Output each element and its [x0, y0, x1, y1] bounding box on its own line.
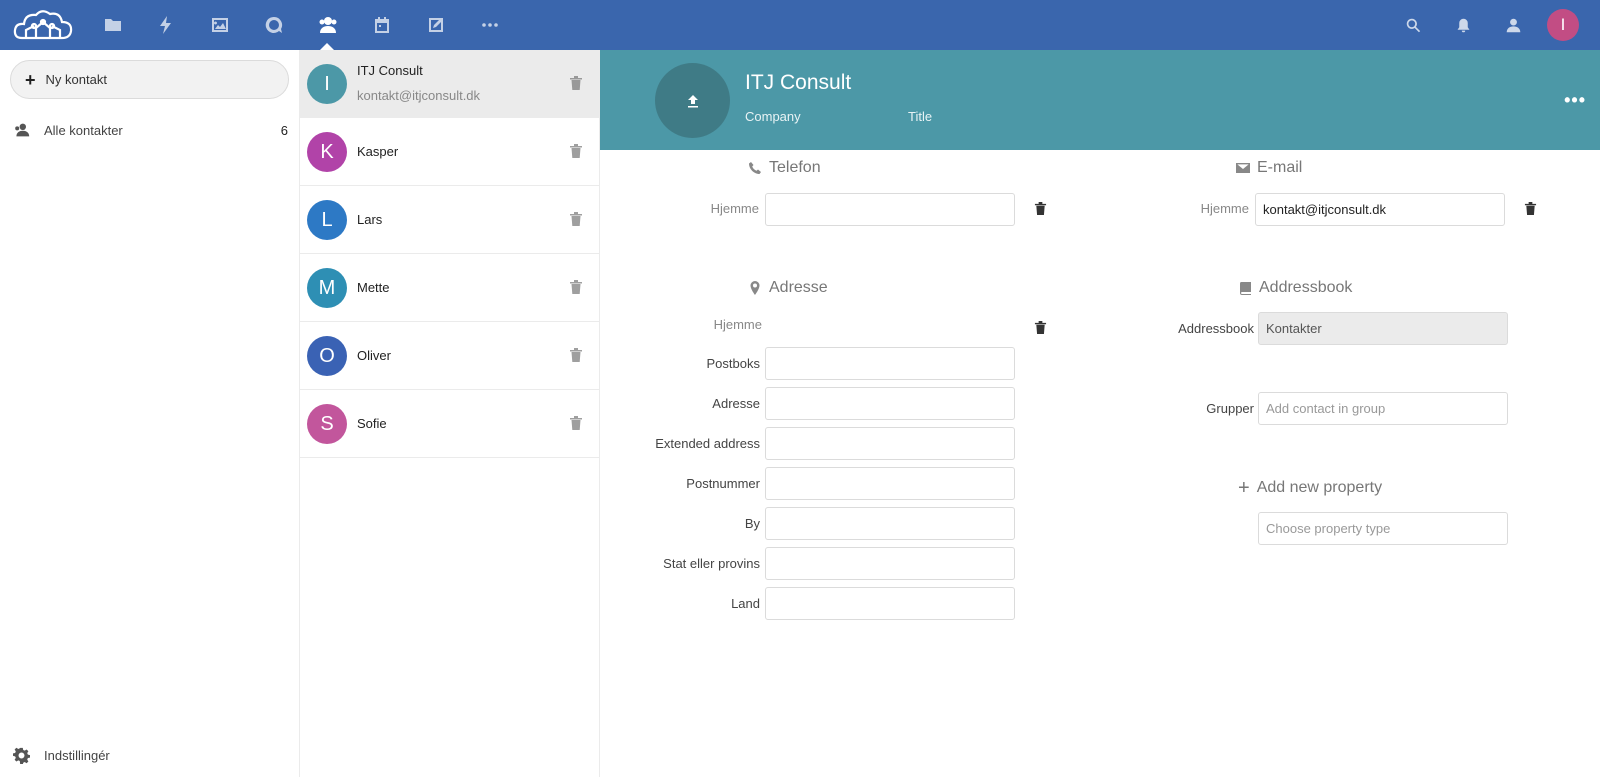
contact-avatar: L: [307, 200, 347, 240]
contacts-menu-icon[interactable]: [1501, 13, 1525, 37]
mail-icon: [1236, 163, 1250, 173]
address-field-label: By: [744, 516, 760, 531]
notes-icon[interactable]: [424, 13, 448, 37]
location-pin-icon: [750, 281, 760, 295]
address-field-input[interactable]: [765, 587, 1015, 620]
address-field-input[interactable]: [765, 387, 1015, 420]
contact-avatar: K: [307, 132, 347, 172]
settings-label: Indstillingér: [44, 747, 110, 763]
contact-name: Mette: [357, 280, 390, 295]
address-field-label: Extended address: [655, 436, 760, 451]
contact-detail-header: ITJ Consult Company Title •••: [600, 50, 1600, 150]
contact-list-item[interactable]: S Sofie: [300, 390, 599, 458]
all-contacts-label: Alle kontakter: [44, 122, 123, 138]
app-navigation: + Ny kontakt Alle kontakter 6 Indstillin…: [0, 50, 300, 777]
phone-icon: [749, 162, 761, 174]
address-field-label: Land: [731, 596, 760, 611]
contact-name: Sofie: [357, 416, 387, 431]
phone-type-label[interactable]: Hjemme: [599, 201, 759, 216]
contact-email: kontakt@itjconsult.dk: [357, 88, 481, 103]
delete-email-icon[interactable]: [1524, 201, 1538, 217]
top-header: I: [0, 0, 1600, 50]
settings-button[interactable]: Indstillingér: [0, 733, 300, 777]
contact-avatar: O: [307, 336, 347, 376]
property-type-select[interactable]: Choose property type: [1258, 512, 1508, 545]
delete-phone-icon[interactable]: [1034, 201, 1048, 217]
contact-avatar: I: [307, 64, 347, 104]
contact-list: I ITJ Consult kontakt@itjconsult.dk K Kasper…: [300, 50, 600, 777]
upload-icon: [687, 94, 698, 107]
calendar-icon[interactable]: [370, 13, 394, 37]
phone-input[interactable]: [765, 193, 1015, 226]
more-options-icon[interactable]: •••: [1564, 90, 1586, 111]
contact-list-item[interactable]: I ITJ Consult kontakt@itjconsult.dk: [300, 50, 599, 118]
groups-label: Grupper: [1206, 401, 1254, 416]
address-field-input[interactable]: [765, 347, 1015, 380]
address-field-input[interactable]: [765, 547, 1015, 580]
all-contacts-item[interactable]: Alle kontakter 6: [0, 114, 300, 146]
phone-section-title: Telefon: [748, 159, 821, 177]
delete-contact-icon[interactable]: [569, 347, 585, 365]
add-new-property: + Add new property: [1238, 477, 1383, 499]
notifications-icon[interactable]: [1451, 13, 1475, 37]
company-field[interactable]: Company: [745, 109, 801, 124]
nextcloud-logo-icon[interactable]: [12, 8, 74, 42]
contact-name: Oliver: [357, 348, 391, 363]
contact-avatar: M: [307, 268, 347, 308]
address-field-input[interactable]: [765, 427, 1015, 460]
address-type-label[interactable]: Hjemme: [602, 317, 762, 332]
contact-name-field[interactable]: ITJ Consult: [745, 71, 851, 95]
more-apps-icon[interactable]: [478, 13, 502, 37]
address-field-label: Stat eller provins: [663, 556, 760, 571]
delete-contact-icon[interactable]: [569, 415, 585, 433]
address-field-label: Postboks: [706, 356, 760, 371]
delete-contact-icon[interactable]: [569, 75, 585, 93]
upload-avatar-button[interactable]: [655, 63, 730, 138]
book-icon: [1239, 282, 1251, 295]
active-app-caret: [320, 43, 334, 50]
contacts-group-icon: [15, 123, 30, 137]
plus-icon: +: [1238, 477, 1250, 499]
contact-list-item[interactable]: O Oliver: [300, 322, 599, 390]
all-contacts-count: 6: [280, 122, 288, 138]
title-field[interactable]: Title: [908, 109, 932, 124]
gallery-icon[interactable]: [208, 13, 232, 37]
delete-contact-icon[interactable]: [569, 279, 585, 297]
address-section-title: Adresse: [748, 279, 828, 297]
contact-name: Kasper: [357, 144, 399, 159]
address-field-input[interactable]: [765, 467, 1015, 500]
email-input[interactable]: kontakt@itjconsult.dk: [1255, 193, 1505, 226]
gear-icon: [13, 747, 30, 764]
email-type-label[interactable]: Hjemme: [1089, 201, 1249, 216]
contact-name: ITJ Consult: [357, 63, 423, 78]
delete-contact-icon[interactable]: [569, 143, 585, 161]
address-field-label: Postnummer: [686, 476, 760, 491]
files-icon[interactable]: [101, 13, 125, 37]
delete-address-icon[interactable]: [1034, 320, 1048, 336]
new-contact-label: Ny kontakt: [45, 72, 107, 87]
address-field-input[interactable]: [765, 507, 1015, 540]
delete-contact-icon[interactable]: [569, 211, 585, 229]
contact-name: Lars: [357, 212, 383, 227]
contacts-icon[interactable]: [316, 13, 340, 37]
addressbook-select[interactable]: Kontakter: [1258, 312, 1508, 345]
contact-list-item[interactable]: M Mette: [300, 254, 599, 322]
addressbook-section-title: Addressbook: [1238, 279, 1352, 297]
user-avatar[interactable]: I: [1547, 9, 1579, 41]
search-icon[interactable]: [1401, 13, 1425, 37]
contact-list-item[interactable]: K Kasper: [300, 118, 599, 186]
email-section-title: E-mail: [1236, 159, 1302, 177]
activity-icon[interactable]: [154, 13, 178, 37]
addressbook-label: Addressbook: [1178, 321, 1254, 336]
plus-icon: +: [25, 69, 36, 90]
contact-list-item[interactable]: L Lars: [300, 186, 599, 254]
contact-avatar: S: [307, 404, 347, 444]
groups-input[interactable]: Add contact in group: [1258, 392, 1508, 425]
address-field-label: Adresse: [712, 396, 760, 411]
new-contact-button[interactable]: + Ny kontakt: [10, 60, 289, 99]
talk-icon[interactable]: [262, 13, 286, 37]
